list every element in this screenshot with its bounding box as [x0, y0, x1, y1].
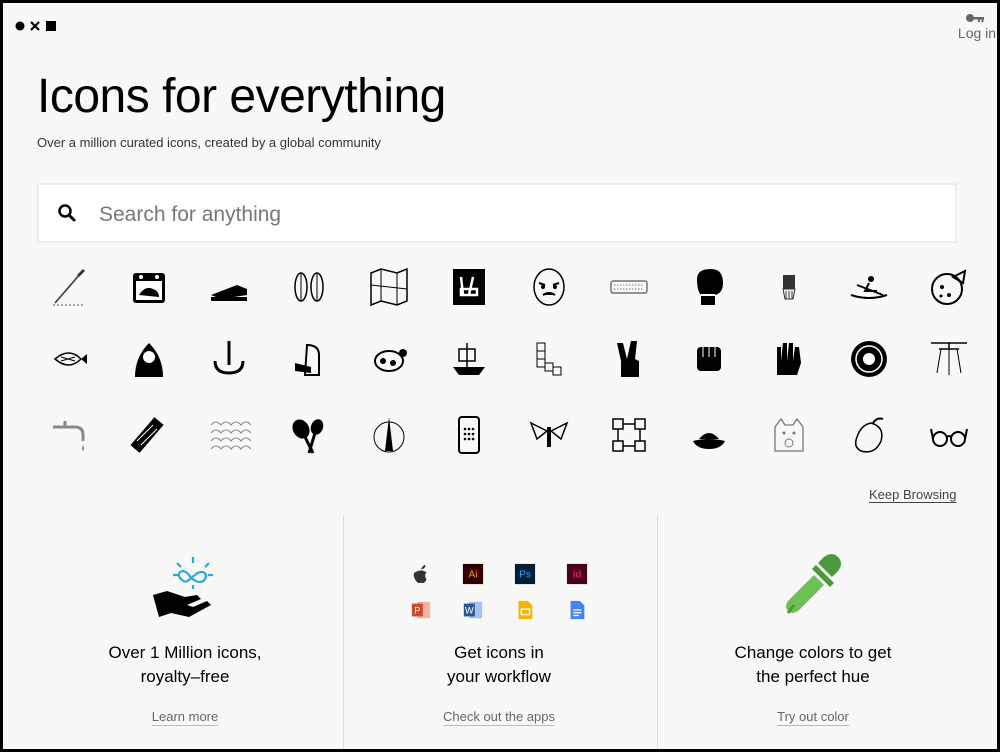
feature-workflow: Ai Ps Id P W Get icons in your workflow C…	[343, 515, 655, 749]
page-title: Icons for everything	[37, 70, 446, 123]
donut-icon[interactable]	[839, 331, 899, 387]
cathedral-icon[interactable]	[359, 407, 419, 463]
hooded-person-icon[interactable]	[119, 331, 179, 387]
pizza-icon[interactable]	[919, 259, 979, 315]
folded-map-icon[interactable]	[359, 259, 419, 315]
illustrator-icon[interactable]: Ai	[461, 563, 485, 585]
indesign-icon[interactable]: Id	[565, 563, 589, 585]
hook-icon[interactable]	[199, 331, 259, 387]
raised-hand-icon[interactable]	[759, 331, 819, 387]
smartphone-icon[interactable]	[439, 407, 499, 463]
hat-icon[interactable]	[679, 407, 739, 463]
svg-text:Ps: Ps	[519, 570, 531, 581]
learn-more-link[interactable]: Learn more	[29, 709, 341, 724]
feature-title: Over 1 Million icons, royalty–free	[108, 643, 262, 686]
feature-royalty-free: Over 1 Million icons, royalty–free Learn …	[29, 515, 341, 749]
login-label: Log in	[957, 25, 997, 41]
google-slides-icon[interactable]	[513, 599, 537, 621]
lucky-cat-icon[interactable]	[759, 407, 819, 463]
brush-icon[interactable]	[759, 259, 819, 315]
search-input[interactable]	[97, 197, 921, 233]
peace-sign-hand-icon[interactable]	[599, 331, 659, 387]
search-bar[interactable]	[37, 183, 957, 243]
feature-title: Get icons in your workflow	[447, 643, 551, 686]
dog-reading-icon[interactable]	[279, 331, 339, 387]
fist-icon[interactable]	[679, 331, 739, 387]
rowing-icon[interactable]	[839, 259, 899, 315]
svg-text:Ai: Ai	[469, 570, 478, 581]
eyedropper-icon	[786, 554, 841, 614]
apple-icon[interactable]	[409, 563, 433, 585]
turtle-icon[interactable]	[359, 331, 419, 387]
peace-hand-card-icon[interactable]	[439, 259, 499, 315]
features-section: Over 1 Million icons, royalty–free Learn …	[3, 515, 997, 749]
login-button[interactable]: Log in	[957, 11, 997, 41]
svg-text:W: W	[465, 606, 474, 616]
google-docs-icon[interactable]	[565, 599, 589, 621]
maracas-icon[interactable]	[279, 407, 339, 463]
dot-x-square-logo[interactable]	[15, 19, 59, 33]
svg-text:Id: Id	[573, 570, 581, 581]
hand-infinity-icon	[153, 557, 213, 617]
opera-mask-icon[interactable]	[519, 259, 579, 315]
check-out-apps-link[interactable]: Check out the apps	[343, 709, 655, 724]
try-out-color-link[interactable]: Try out color	[657, 709, 969, 724]
lamp-icon[interactable]	[919, 331, 979, 387]
feature-title: Change colors to get the perfect hue	[734, 643, 892, 686]
page-subtitle: Over a million curated icons, created by…	[37, 135, 381, 150]
flying-creature-icon[interactable]	[519, 407, 579, 463]
stapler-icon[interactable]	[199, 259, 259, 315]
photoshop-icon[interactable]: Ps	[513, 563, 537, 585]
network-icon[interactable]	[599, 407, 659, 463]
boxing-glove-icon[interactable]	[679, 259, 739, 315]
leaves-icon[interactable]	[279, 259, 339, 315]
fish-scales-icon[interactable]	[199, 407, 259, 463]
word-icon[interactable]: W	[461, 599, 485, 621]
keep-browsing-link[interactable]: Keep Browsing	[869, 487, 956, 502]
glasses-icon[interactable]	[919, 407, 979, 463]
scalpel-icon[interactable]	[39, 259, 99, 315]
boxes-icon[interactable]	[519, 331, 579, 387]
app-icons: Ai Ps Id P W	[404, 563, 594, 621]
thread-spool-icon[interactable]	[119, 407, 179, 463]
fish-icon[interactable]	[39, 331, 99, 387]
mango-icon[interactable]	[839, 407, 899, 463]
svg-text:P: P	[414, 606, 420, 616]
search-icon	[58, 204, 76, 222]
key-icon	[966, 14, 984, 22]
page-frame: Log in Icons for everything Over a milli…	[0, 0, 1000, 752]
calendar-dog-icon[interactable]	[119, 259, 179, 315]
keyboard-icon[interactable]	[599, 259, 659, 315]
feature-colors: Change colors to get the perfect hue Try …	[657, 515, 969, 749]
pirate-ship-icon[interactable]	[439, 331, 499, 387]
powerpoint-icon[interactable]: P	[409, 599, 433, 621]
faucet-icon[interactable]	[39, 407, 99, 463]
